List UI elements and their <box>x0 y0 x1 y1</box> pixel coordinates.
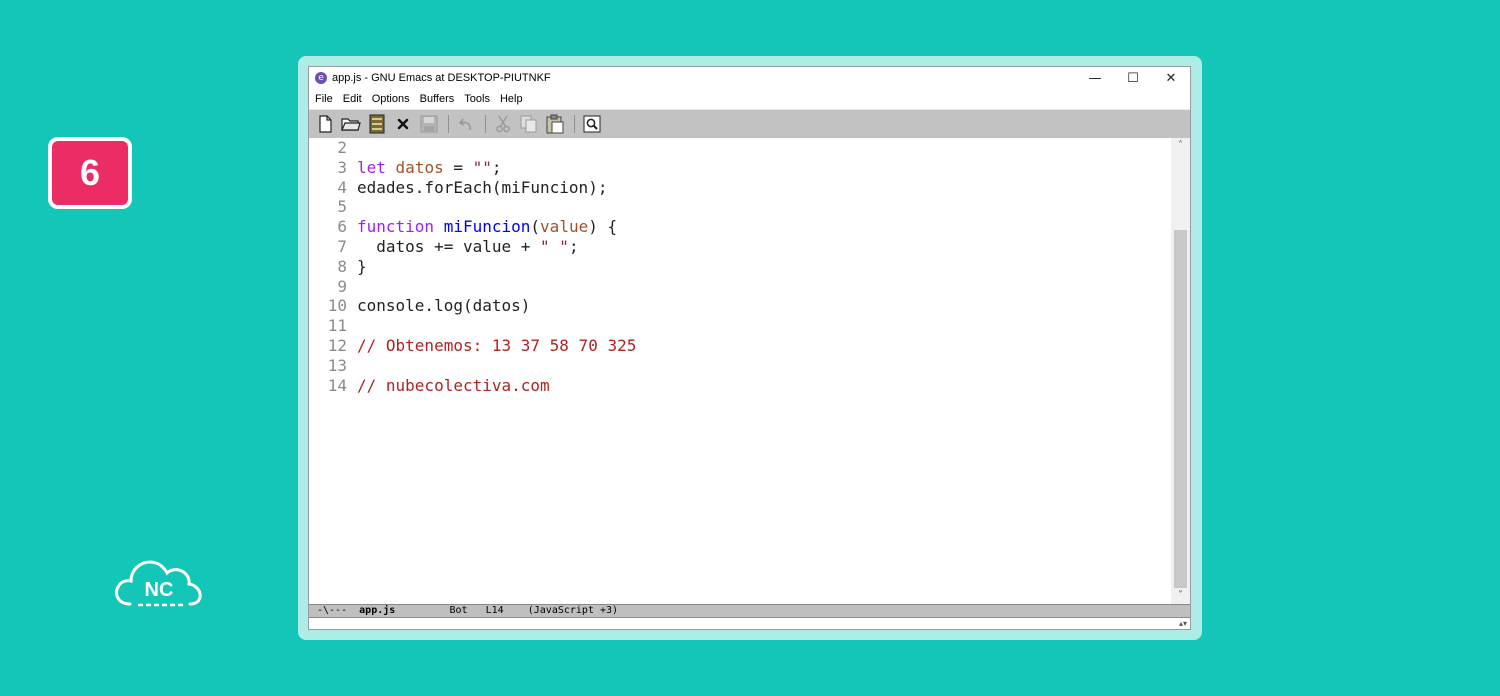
code-line[interactable]: 6 function miFuncion(value) { <box>309 217 1171 237</box>
code-token: miFuncion <box>443 217 531 237</box>
minibuffer[interactable]: ▴▾ <box>309 618 1190 629</box>
line-number: 10 <box>327 296 347 316</box>
minimize-button[interactable]: — <box>1076 67 1114 89</box>
menu-edit[interactable]: Edit <box>343 93 362 105</box>
menu-options[interactable]: Options <box>372 93 410 105</box>
scroll-down-icon[interactable]: ˅ <box>1171 588 1190 604</box>
window-title: app.js - GNU Emacs at DESKTOP-PIUTNKF <box>332 72 551 84</box>
line-number: 5 <box>337 197 347 217</box>
code-line[interactable]: 10 console.log(datos) <box>309 296 1171 316</box>
code-token: "" <box>472 157 492 177</box>
toolbar-divider <box>448 115 449 133</box>
menu-tools[interactable]: Tools <box>464 93 490 105</box>
open-folder-icon[interactable] <box>340 113 362 135</box>
menu-help[interactable]: Help <box>500 93 523 105</box>
step-number: 6 <box>79 152 101 193</box>
title-bar[interactable]: e app.js - GNU Emacs at DESKTOP-PIUTNKF … <box>309 67 1190 89</box>
cut-icon[interactable] <box>492 113 514 135</box>
line-number: 8 <box>337 256 347 276</box>
menu-buffers[interactable]: Buffers <box>420 93 455 105</box>
menu-file[interactable]: File <box>315 93 333 105</box>
code-token: value <box>540 217 589 237</box>
copy-icon[interactable] <box>518 113 540 135</box>
step-number-badge: 6 <box>48 137 132 209</box>
code-line[interactable]: 9 <box>309 277 1171 297</box>
code-line[interactable]: 4 edades.forEach(miFuncion); <box>309 178 1171 198</box>
code-line[interactable]: 14 // nubecolectiva.com <box>309 376 1171 396</box>
code-line[interactable]: 5 <box>309 197 1171 217</box>
scroll-up-icon[interactable]: ˄ <box>1171 138 1190 154</box>
code-line[interactable]: 3 let datos = ""; <box>309 158 1171 178</box>
line-number: 2 <box>337 138 347 157</box>
code-line[interactable]: 12 // Obtenemos: 13 37 58 70 325 <box>309 336 1171 356</box>
code-token: ; <box>491 157 502 177</box>
code-line[interactable]: 13 <box>309 356 1171 376</box>
code-token: ( <box>530 217 541 237</box>
line-number: 14 <box>327 375 347 395</box>
code-token: edades.forEach(miFuncion); <box>357 177 608 197</box>
modeline-position: Bot <box>449 605 468 616</box>
toolbar-divider <box>485 115 486 133</box>
minibuffer-scroll-icon[interactable]: ▴▾ <box>1179 618 1187 629</box>
line-number: 7 <box>337 236 347 256</box>
line-number: 11 <box>327 316 347 336</box>
modeline-buffer-name: app.js <box>359 605 396 616</box>
line-number: 3 <box>337 157 347 177</box>
code-line[interactable]: 7 datos += value + " "; <box>309 237 1171 257</box>
toolbar-divider <box>574 115 575 133</box>
code-token: datos += value + <box>357 236 541 256</box>
scrollbar-thumb[interactable] <box>1174 230 1187 588</box>
code-line[interactable]: 2 <box>309 138 1171 158</box>
line-number: 12 <box>327 335 347 355</box>
close-window-button[interactable]: ✕ <box>1152 67 1190 89</box>
code-editor[interactable]: 2 3 let datos = ""; 4 edades.forEach(miFunci… <box>309 138 1171 604</box>
code-token: console.log(datos) <box>357 296 531 316</box>
search-icon[interactable] <box>581 113 603 135</box>
window-frame: e app.js - GNU Emacs at DESKTOP-PIUTNKF … <box>298 56 1202 640</box>
nc-cloud-logo: NC <box>115 560 202 607</box>
modeline-line: L14 <box>485 605 504 616</box>
new-file-icon[interactable] <box>314 113 336 135</box>
line-number: 13 <box>327 355 347 375</box>
code-token: function <box>357 217 435 237</box>
undo-icon[interactable] <box>455 113 477 135</box>
mode-line: -\--- app.js Bot L14 (JavaScript +3) <box>309 604 1190 618</box>
code-token: datos <box>395 157 444 177</box>
code-token: ) { <box>588 217 618 237</box>
code-line[interactable]: 11 <box>309 316 1171 336</box>
vertical-scrollbar[interactable]: ˄ ˅ <box>1171 138 1190 604</box>
maximize-button[interactable]: ☐ <box>1114 67 1152 89</box>
dired-icon[interactable] <box>366 113 388 135</box>
paste-icon[interactable] <box>544 113 566 135</box>
modeline-mode: (JavaScript +3) <box>527 605 619 616</box>
line-number: 9 <box>337 276 347 296</box>
menu-bar: File Edit Options Buffers Tools Help <box>309 90 1190 108</box>
code-token: let <box>357 157 386 177</box>
code-token: } <box>357 256 367 276</box>
line-number: 6 <box>337 217 347 237</box>
code-token: " " <box>540 236 569 256</box>
emacs-window: e app.js - GNU Emacs at DESKTOP-PIUTNKF … <box>308 66 1191 630</box>
save-icon[interactable] <box>418 113 440 135</box>
modeline-status: -\--- <box>317 605 348 616</box>
close-buffer-icon[interactable] <box>392 113 414 135</box>
code-token: = <box>443 157 473 177</box>
logo-text: NC <box>145 579 174 601</box>
toolbar <box>309 109 1190 139</box>
line-number: 4 <box>337 177 347 197</box>
code-token: ; <box>568 236 579 256</box>
code-token: // Obtenemos: 13 37 58 70 325 <box>357 335 637 355</box>
code-token: // nubecolectiva.com <box>357 375 550 395</box>
code-line[interactable]: 8} <box>309 257 1171 277</box>
emacs-icon: e <box>315 72 327 84</box>
